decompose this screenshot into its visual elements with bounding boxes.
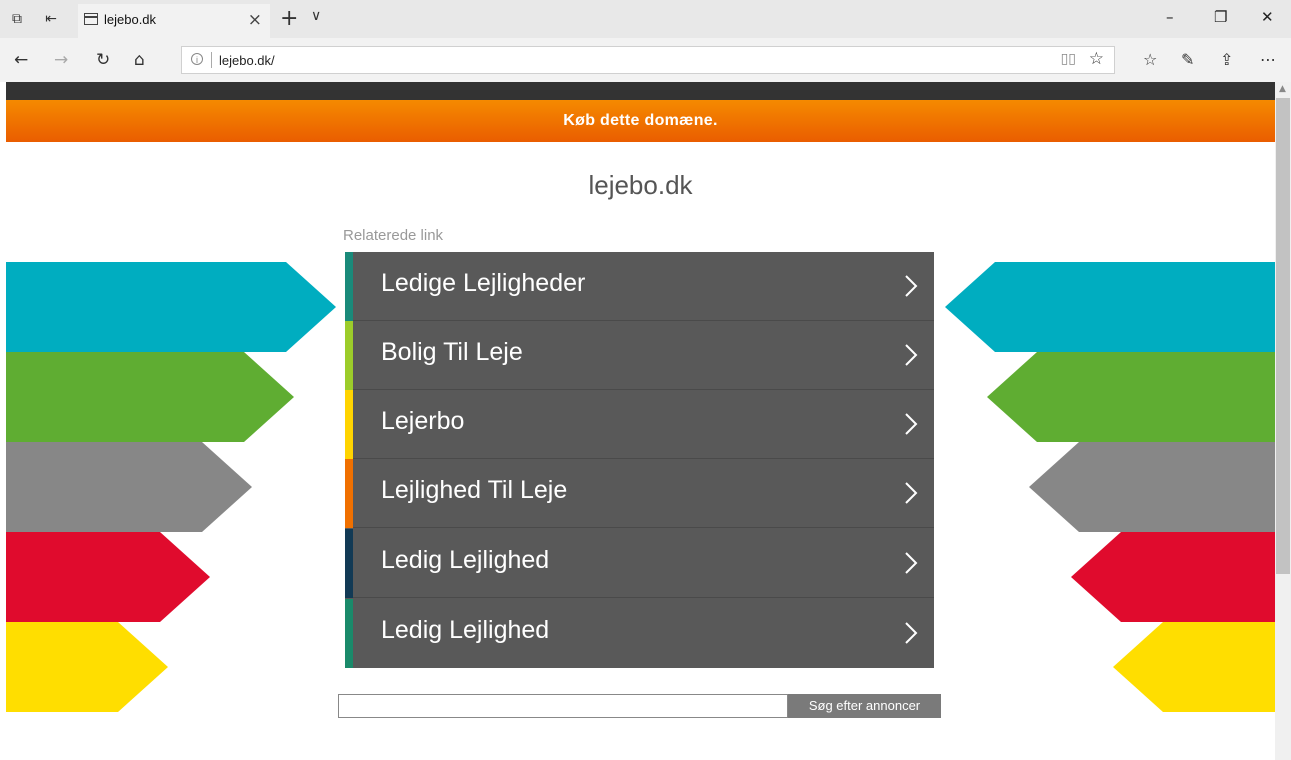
minimize-icon[interactable]: – (1166, 8, 1174, 26)
reading-view-icon[interactable]: ▯▯ (1061, 51, 1076, 67)
home-icon[interactable]: ⌂ (134, 50, 145, 70)
tabs-aside-icon[interactable]: ⇤ (42, 10, 60, 28)
right-arrow-4 (1071, 532, 1275, 622)
page-icon (84, 13, 98, 25)
link-label[interactable]: Lejerbo (381, 407, 464, 436)
related-link-2[interactable]: Bolig Til Leje (345, 321, 934, 390)
row-divider (353, 527, 934, 528)
link-color-stripe (345, 529, 353, 598)
address-separator (211, 52, 212, 68)
chevron-right-icon[interactable] (904, 412, 918, 436)
info-icon[interactable]: i (191, 53, 203, 65)
left-arrow-5 (6, 622, 168, 712)
link-color-stripe (345, 321, 353, 390)
link-label[interactable]: Bolig Til Leje (381, 338, 523, 367)
related-links-list: Ledige Lejligheder Bolig Til Leje Lejerb… (345, 252, 934, 668)
domain-title: lejebo.dk (588, 170, 693, 200)
search-button[interactable]: Søg efter annoncer (788, 694, 941, 718)
new-tab-icon[interactable]: + (280, 6, 298, 31)
link-label[interactable]: Ledige Lejligheder (381, 269, 585, 298)
address-bar[interactable]: i lejebo.dk/ ▯▯ ☆ (181, 46, 1115, 74)
url-text[interactable]: lejebo.dk/ (219, 53, 275, 68)
row-divider (353, 597, 934, 598)
back-icon[interactable]: ← (14, 50, 28, 70)
link-label[interactable]: Ledig Lejlighed (381, 616, 549, 645)
related-link-3[interactable]: Lejerbo (345, 390, 934, 459)
chevron-right-icon[interactable] (904, 621, 918, 645)
scroll-up-icon[interactable]: ▲ (1279, 84, 1286, 94)
left-arrows-graphic (6, 262, 336, 712)
share-icon[interactable]: ⇪ (1220, 50, 1233, 69)
search-input[interactable] (338, 694, 788, 718)
forward-icon[interactable]: → (54, 50, 68, 70)
link-label[interactable]: Ledig Lejlighed (381, 546, 549, 575)
close-tab-icon[interactable]: × (248, 10, 262, 30)
favorite-star-icon[interactable]: ☆ (1089, 49, 1104, 69)
navigation-bar: ← → ↻ ⌂ i lejebo.dk/ ▯▯ ☆ ☆ ✎ ⇪ ⋯ (0, 38, 1291, 82)
related-link-1[interactable]: Ledige Lejligheder (345, 252, 934, 321)
chevron-down-icon[interactable]: ∨ (311, 8, 321, 24)
banner-text[interactable]: Køb dette domæne. (563, 112, 717, 129)
chevron-right-icon[interactable] (904, 551, 918, 575)
tab-title: lejebo.dk (104, 12, 157, 27)
restore-icon[interactable]: ❐ (1214, 8, 1227, 26)
search-form: Søg efter annoncer (338, 694, 941, 718)
favorites-list-icon[interactable]: ☆ (1143, 50, 1157, 69)
related-links-heading: Relaterede link (343, 227, 444, 244)
right-arrow-1 (945, 262, 1275, 352)
right-arrow-2 (987, 352, 1275, 442)
window-close-icon[interactable]: ✕ (1261, 8, 1274, 26)
tab-bar: ⧉ ⇤ lejebo.dk × + ∨ – ❐ ✕ (0, 0, 1291, 38)
related-link-6[interactable]: Ledig Lejlighed (345, 599, 934, 668)
tab-actions-icon[interactable]: ⧉ (8, 10, 26, 28)
refresh-icon[interactable]: ↻ (96, 50, 110, 70)
left-arrow-3 (6, 442, 252, 532)
link-color-stripe (345, 599, 353, 668)
related-link-4[interactable]: Lejlighed Til Leje (345, 459, 934, 528)
link-color-stripe (345, 390, 353, 459)
link-color-stripe (345, 252, 353, 321)
chevron-right-icon[interactable] (904, 343, 918, 367)
chevron-right-icon[interactable] (904, 481, 918, 505)
link-color-stripe (345, 459, 353, 528)
chevron-right-icon[interactable] (904, 274, 918, 298)
right-arrow-3 (1029, 442, 1275, 532)
web-note-icon[interactable]: ✎ (1181, 50, 1194, 69)
buy-domain-banner[interactable]: Køb dette domæne. (6, 100, 1275, 142)
related-link-5[interactable]: Ledig Lejlighed (345, 529, 934, 598)
browser-tab[interactable]: lejebo.dk × (78, 4, 270, 38)
left-arrow-4 (6, 532, 210, 622)
link-label[interactable]: Lejlighed Til Leje (381, 476, 567, 505)
left-arrow-2 (6, 352, 294, 442)
top-dark-bar (6, 82, 1275, 100)
right-arrows-graphic (945, 262, 1275, 712)
left-arrow-1 (6, 262, 336, 352)
right-arrow-5 (1113, 622, 1275, 712)
more-options-icon[interactable]: ⋯ (1260, 50, 1276, 69)
